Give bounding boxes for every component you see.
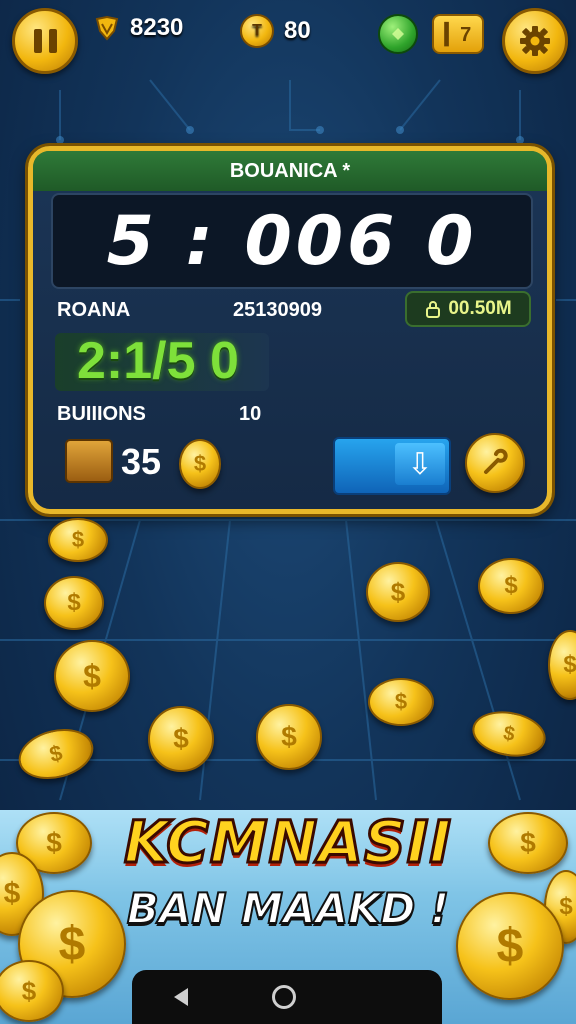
main-counter-display: 5 : 006 0 (51, 193, 533, 289)
dollar-coin-icon: $ (179, 439, 221, 489)
pause-button[interactable] (12, 8, 78, 74)
chest-count: 35 (121, 441, 162, 482)
wrench-icon (484, 448, 508, 474)
dollar-coin-icon: $ (256, 704, 322, 770)
back-icon[interactable] (174, 988, 188, 1006)
currency-coins-value: 80 (284, 17, 311, 44)
timer-badge: 00.50M (405, 291, 531, 327)
download-arrow-icon: ⇩ (395, 443, 445, 485)
score-value: 2:1/5 0 (77, 332, 239, 390)
settings-button[interactable] (502, 8, 568, 74)
wrench-button[interactable] (465, 433, 525, 493)
coin-t-icon: T (240, 14, 274, 48)
currency-gems-value: 8230 (130, 14, 184, 41)
pause-icon (33, 29, 57, 53)
banner-title: KCMNASII (123, 807, 453, 878)
chest-icon (65, 439, 113, 483)
system-nav-bar (132, 970, 442, 1024)
row2-value: 10 (239, 403, 262, 425)
shield-gem-icon (95, 15, 119, 41)
stats-panel: BOUANICA * 5 : 006 0 ROANA 25130909 00.5… (28, 146, 552, 514)
currency-gems: 8230 (94, 14, 183, 42)
row1-label: ROANA (57, 299, 131, 321)
banner-subtitle: BAN MAAKD ! (126, 883, 450, 934)
dollar-coin-icon: $ (368, 678, 434, 726)
lock-icon (426, 301, 441, 318)
home-icon[interactable] (272, 985, 296, 1009)
green-gem-icon[interactable] (378, 14, 418, 54)
dollar-coin-icon: $ (54, 640, 130, 712)
panel-title: BOUANICA * (33, 151, 547, 191)
dollar-coin-icon: $ (44, 576, 104, 630)
gear-icon (520, 26, 550, 56)
dollar-coin-icon: $ (148, 706, 214, 772)
dollar-coin-icon: $ (478, 558, 544, 614)
timer-value: 00.50M (448, 298, 512, 319)
row1-value: 25130909 (233, 299, 322, 321)
row2-label: BUIIIONS (57, 403, 146, 425)
shop-button[interactable]: ▎7 (432, 14, 484, 54)
dollar-coin-icon: $ (48, 518, 108, 562)
dollar-coin-icon: $ (366, 562, 430, 622)
download-button[interactable]: ⇩ (333, 437, 451, 495)
currency-coins: T 80 (240, 14, 311, 48)
